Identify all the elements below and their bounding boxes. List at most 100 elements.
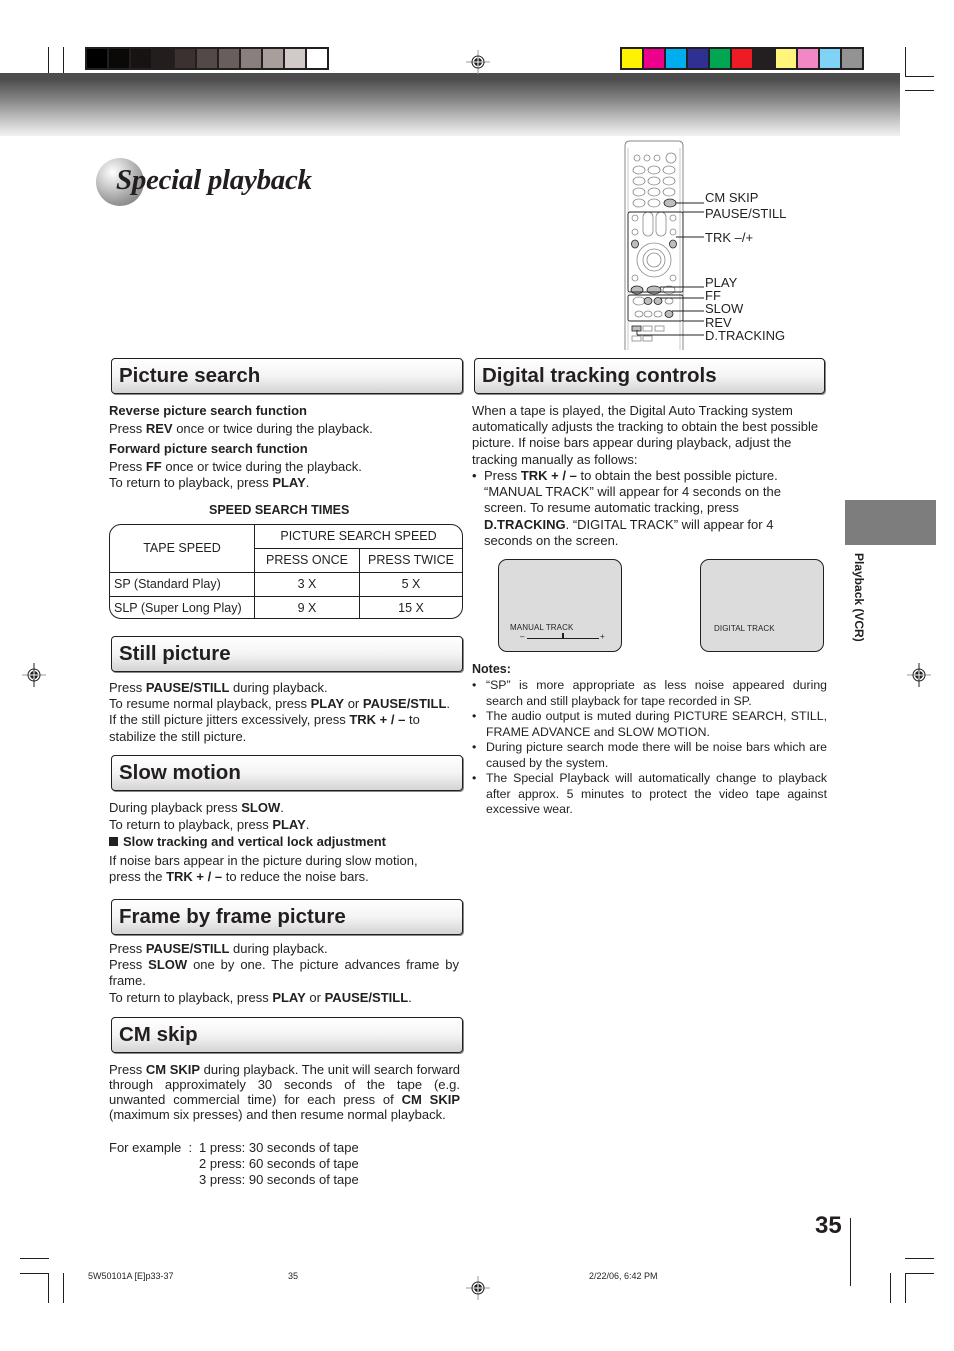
bold-key-term: PAUSE/STILL	[145, 941, 230, 956]
text-segment: once or twice during the playback.	[161, 459, 362, 474]
chapter-tab	[845, 500, 936, 545]
bold-key-term: D.TRACKING	[484, 516, 566, 532]
reverse-search-title: Reverse picture search function	[109, 403, 307, 418]
slow-line-3: If noise bars appear in the picture duri…	[109, 853, 418, 868]
crop-mark	[890, 1273, 891, 1303]
slow-line-1: During playback press SLOW.	[109, 800, 284, 816]
color-swatch	[710, 49, 730, 68]
footer-datetime: 2/22/06, 6:42 PM	[589, 1271, 658, 1281]
still-picture-heading: Still picture	[111, 636, 463, 672]
footer-file: 5W50101A [E]p33-37	[88, 1271, 174, 1281]
picture-search-heading: Picture search	[111, 358, 463, 394]
tracking-minus-label: –	[520, 632, 525, 641]
note-item: • “SP” is more appropriate as less noise …	[472, 678, 827, 709]
section-title: Still picture	[119, 642, 231, 665]
digital-tracking-bullet-text: Press TRK + / – to obtain the best possi…	[484, 468, 802, 549]
section-title: Slow motion	[119, 761, 241, 784]
text-segment: during playback.	[229, 680, 328, 695]
header-gradient-band	[0, 73, 900, 136]
text-segment: Press	[109, 1062, 146, 1077]
cell-tape: SP (Standard Play)	[110, 571, 255, 597]
cm-skip-example-label: For example :	[109, 1140, 193, 1155]
forward-search-title: Forward picture search function	[109, 441, 308, 456]
frame-line-2: Press SLOW one by one. The picture advan…	[109, 957, 459, 989]
text-segment: or	[344, 696, 363, 711]
forward-search-text: Press FF once or twice during the playba…	[109, 459, 362, 475]
header-press-twice: PRESS TWICE	[359, 547, 462, 573]
color-swatch	[153, 49, 173, 68]
text-segment: .	[305, 817, 310, 832]
color-swatch	[109, 49, 129, 68]
slow-motion-heading: Slow motion	[111, 755, 463, 791]
digital-track-screen: DIGITAL TRACK	[700, 559, 824, 652]
bullet-icon: •	[472, 468, 477, 483]
color-swatch	[307, 49, 327, 68]
slow-line-4: press the TRK + / – to reduce the noise …	[109, 869, 369, 885]
section-title: Frame by frame picture	[119, 905, 346, 928]
frame-line-1: Press PAUSE/STILL during playback.	[109, 941, 328, 957]
cell-once: 3 X	[254, 571, 360, 597]
reverse-search-text: Press REV once or twice during the playb…	[109, 421, 373, 437]
bold-key-term: PAUSE/STILL	[362, 696, 447, 711]
still-line-4: stabilize the still picture.	[109, 729, 247, 744]
text-segment: Press	[109, 421, 146, 436]
still-line-3: If the still picture jitters excessively…	[109, 712, 420, 728]
color-swatch	[241, 49, 261, 68]
notes-list: • “SP” is more appropriate as less noise …	[472, 678, 827, 818]
bold-key-term: PLAY	[310, 696, 345, 711]
manual-track-screen: MANUAL TRACK – +	[498, 559, 622, 652]
still-line-1: Press PAUSE/STILL during playback.	[109, 680, 328, 696]
crop-mark	[20, 1258, 49, 1259]
frame-by-frame-heading: Frame by frame picture	[111, 899, 463, 935]
text-segment: Press	[109, 957, 149, 972]
note-text: The audio output is muted during PICTURE…	[486, 709, 827, 739]
color-swatch	[219, 49, 239, 68]
text-segment: (maximum six presses) and then resume no…	[109, 1107, 446, 1122]
remote-callout-lines	[636, 202, 704, 336]
tracking-plus-label: +	[600, 632, 605, 641]
note-text: During picture search mode there will be…	[486, 740, 827, 770]
table-row: SLP (Super Long Play) 9 X 15 X	[110, 595, 462, 618]
color-swatch	[666, 49, 686, 68]
text-segment: If the still picture jitters excessively…	[109, 712, 350, 727]
bold-key-term: REV	[145, 421, 173, 436]
color-swatch	[263, 49, 283, 68]
crop-mark	[48, 1273, 49, 1303]
text-segment: .	[305, 475, 310, 490]
text-segment: to	[405, 712, 420, 727]
color-swatch	[175, 49, 195, 68]
cm-skip-example-2: 2 press: 60 seconds of tape	[199, 1156, 359, 1171]
text-segment: Press	[109, 680, 146, 695]
bold-key-term: TRK + / –	[520, 468, 577, 483]
cell-tape: SLP (Super Long Play)	[110, 595, 255, 618]
text-segment: To resume normal playback, press	[109, 696, 311, 711]
bullet-icon: •	[472, 709, 477, 723]
cm-skip-example-1: 1 press: 30 seconds of tape	[199, 1140, 359, 1155]
square-bullet-icon	[109, 837, 118, 846]
bold-key-term: PLAY	[272, 475, 306, 490]
crop-mark	[905, 1273, 934, 1274]
text-segment: or	[305, 990, 325, 1005]
color-swatch	[644, 49, 664, 68]
manual-track-label: MANUAL TRACK	[510, 623, 574, 632]
footer-page: 35	[288, 1271, 299, 1281]
bold-key-term: PLAY	[272, 817, 306, 832]
cell-once: 9 X	[254, 595, 360, 618]
color-swatch	[622, 49, 642, 68]
registration-mark-icon	[907, 663, 931, 687]
cell-twice: 5 X	[359, 571, 462, 597]
bold-key-term: FF	[145, 459, 162, 474]
color-swatch	[285, 49, 305, 68]
text-segment: To return to playback, press	[109, 817, 273, 832]
note-item: • During picture search mode there will b…	[472, 740, 827, 771]
callout-cm-skip: CM SKIP	[705, 190, 759, 205]
color-calibration-bar	[620, 47, 864, 70]
callout-trk: TRK –/+	[705, 230, 754, 245]
color-swatch	[131, 49, 151, 68]
color-swatch	[87, 49, 107, 68]
color-swatch	[688, 49, 708, 68]
color-swatch	[798, 49, 818, 68]
color-swatch	[820, 49, 840, 68]
digital-tracking-bullet: • Press TRK + / – to obtain the best pos…	[472, 468, 802, 549]
bold-key-term: CM SKIP	[401, 1092, 461, 1107]
